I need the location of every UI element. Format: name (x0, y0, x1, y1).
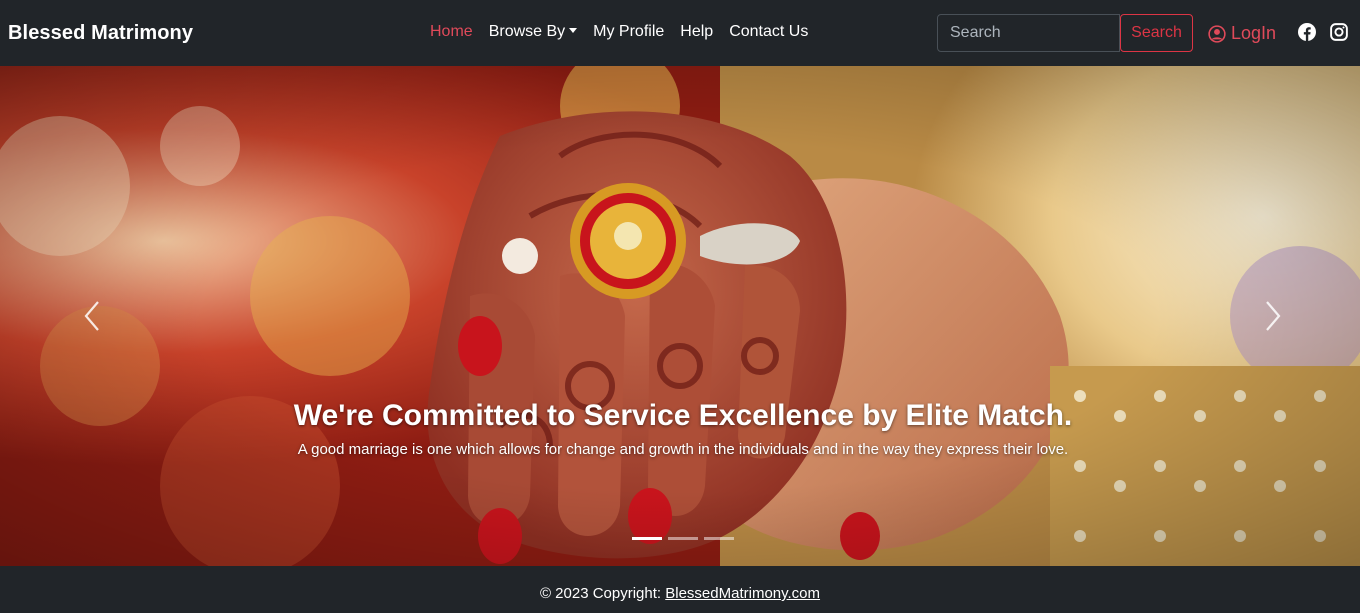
nav-link-browse-by[interactable]: Browse By (488, 23, 578, 41)
carousel-subtext: A good marriage is one which allows for … (297, 441, 1069, 458)
carousel-indicator-1[interactable] (632, 537, 662, 540)
nav-link-my-profile[interactable]: My Profile (593, 23, 664, 41)
navbar: Blessed Matrimony Home Browse By My Prof… (0, 0, 1360, 66)
instagram-icon[interactable] (1330, 23, 1348, 41)
nav-links: Home Browse By My Profile Help Contact U… (430, 23, 808, 41)
carousel-indicator-3[interactable] (704, 537, 734, 540)
facebook-icon[interactable] (1298, 23, 1316, 41)
login-label: LogIn (1231, 23, 1277, 43)
brand-logo[interactable]: Blessed Matrimony (8, 22, 193, 45)
carousel-indicator-2[interactable] (668, 537, 698, 540)
login-link[interactable]: LogIn (1208, 23, 1276, 44)
carousel-caption: We're Committed to Service Excellence by… (0, 396, 1360, 458)
user-circle-icon (1208, 24, 1226, 43)
footer-site-link[interactable]: BlessedMatrimony.com (665, 585, 820, 602)
search-button[interactable]: Search (1120, 14, 1193, 52)
copyright-text: © 2023 Copyright: (539, 585, 666, 602)
nav-link-help[interactable]: Help (680, 23, 713, 41)
nav-link-browse-by-label: Browse By (488, 23, 566, 40)
nav-link-contact-us[interactable]: Contact Us (729, 23, 808, 41)
search-input[interactable] (937, 14, 1120, 52)
carousel-next-icon[interactable] (1253, 296, 1293, 336)
carousel-prev-icon[interactable] (72, 296, 112, 336)
carousel-heading: We're Committed to Service Excellence by… (293, 399, 1073, 432)
hero-carousel: We're Committed to Service Excellence by… (0, 66, 1360, 566)
wedding-hands-image (0, 66, 1360, 566)
carousel-indicators (632, 537, 734, 540)
nav-link-home[interactable]: Home (430, 23, 473, 41)
footer: © 2023 Copyright: BlessedMatrimony.com (0, 566, 1360, 613)
caret-down-icon (569, 28, 578, 33)
